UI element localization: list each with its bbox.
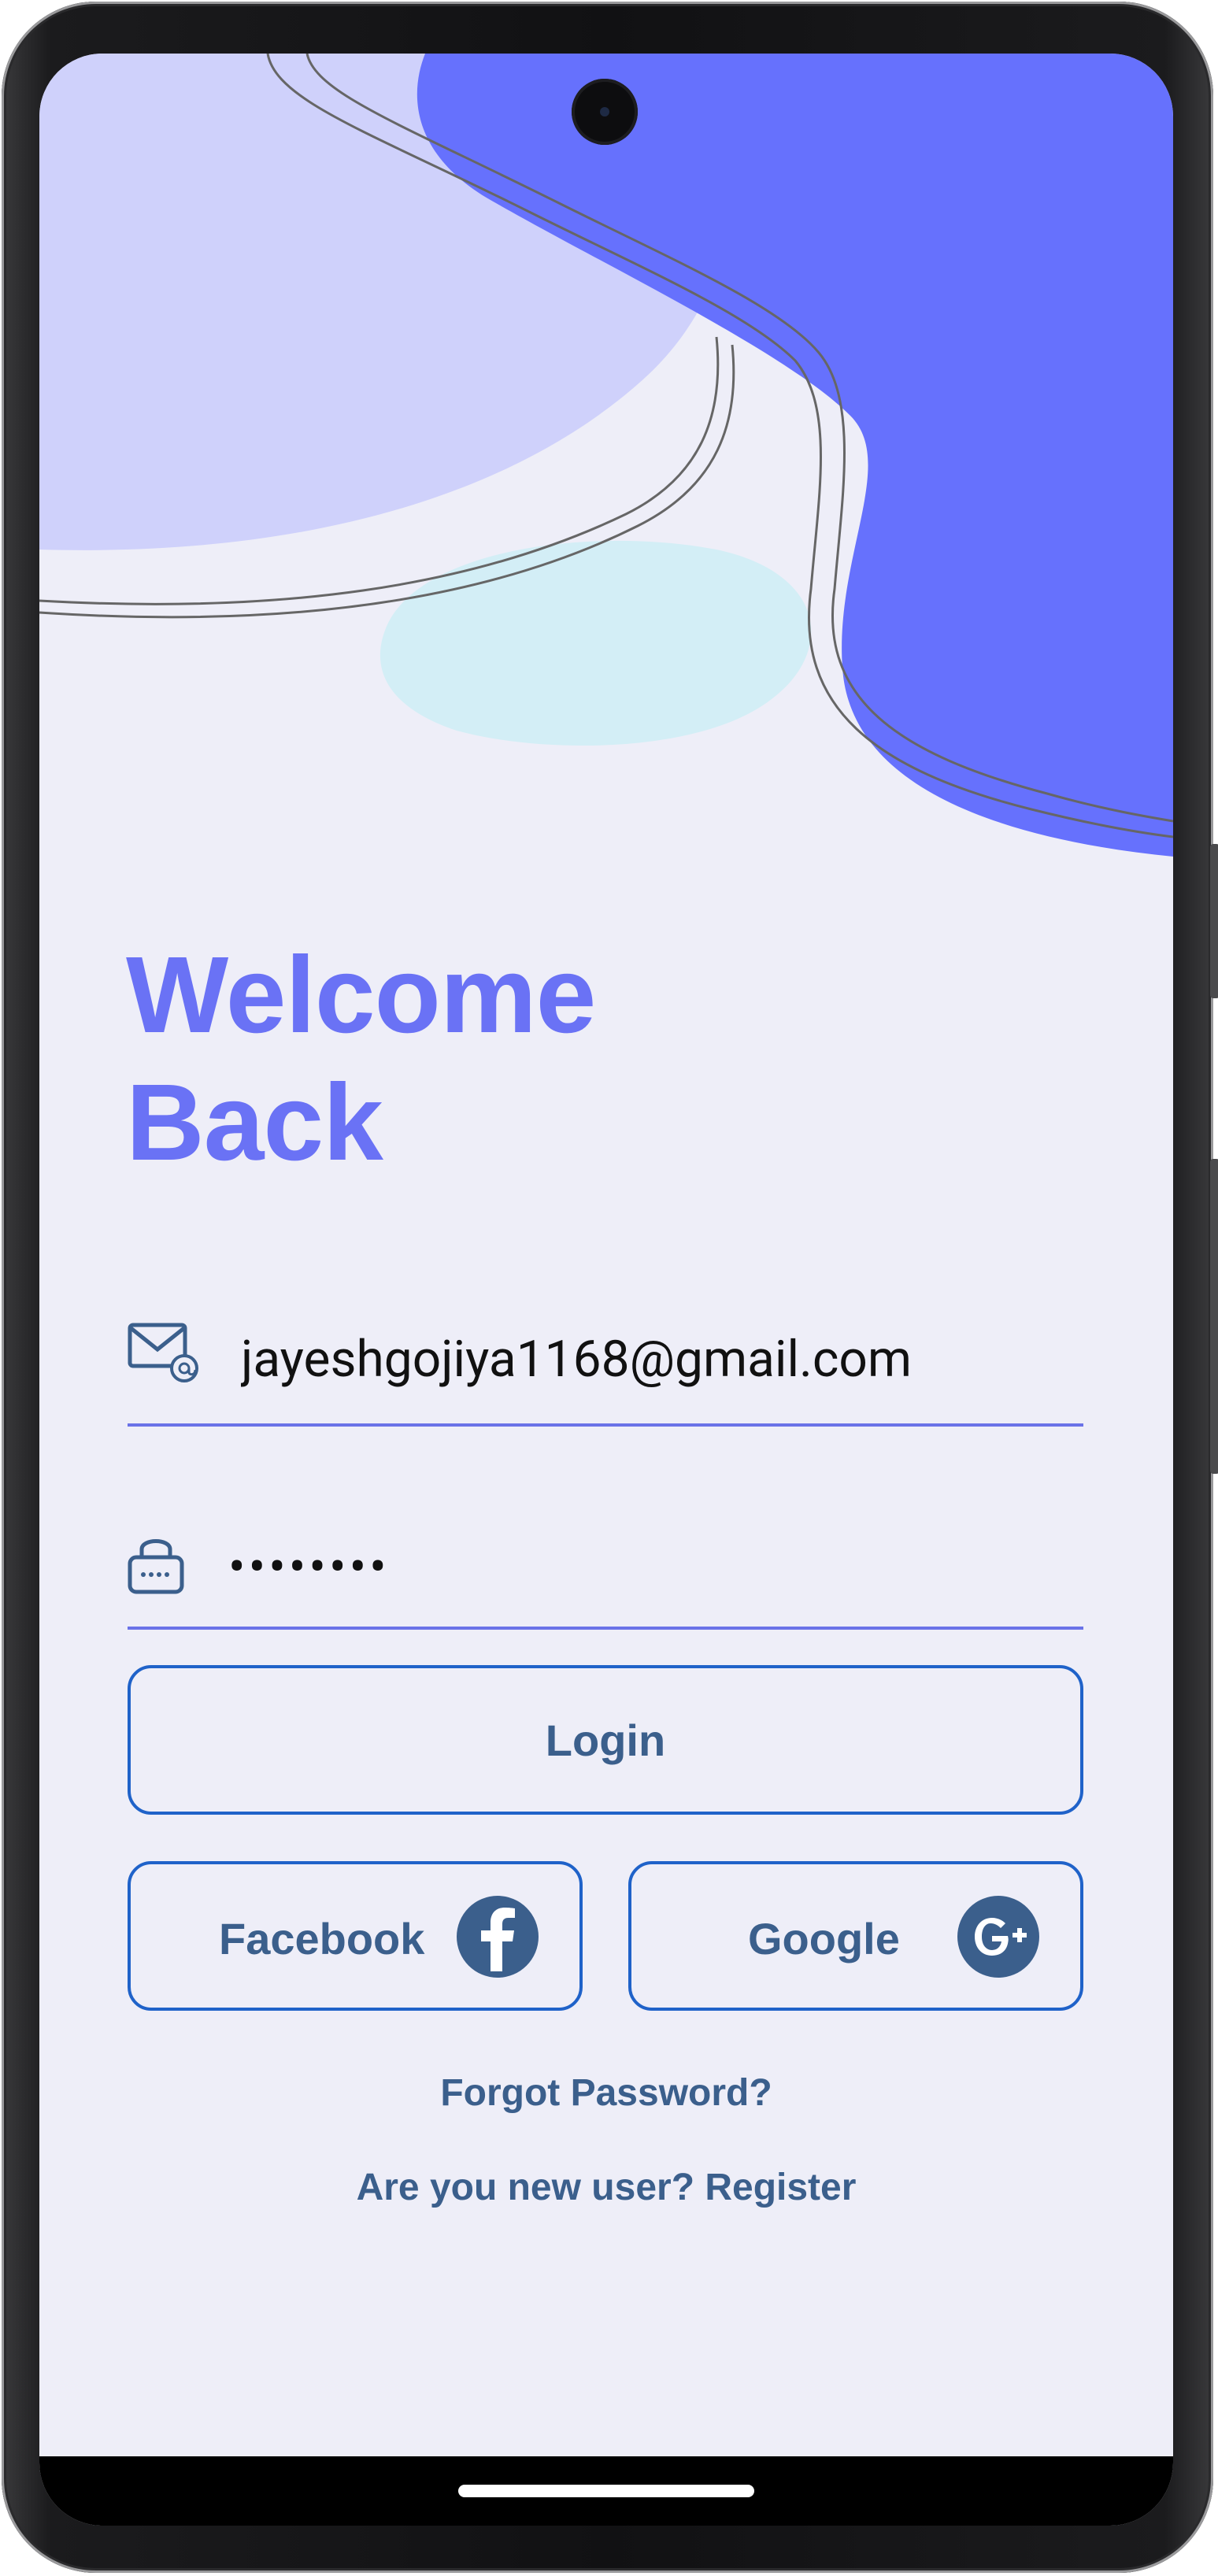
volume-button — [1210, 844, 1218, 998]
power-button — [1210, 1159, 1218, 1474]
email-field — [128, 1272, 1083, 1427]
register-link[interactable]: Are you new user? Register — [39, 2166, 1173, 2209]
mail-at-icon — [128, 1323, 200, 1386]
login-button[interactable]: Login — [128, 1665, 1083, 1815]
google-plus-icon — [957, 1896, 1039, 1978]
password-input[interactable] — [228, 1535, 1063, 1598]
app-screen: Welcome Back jayeshgojiya1168@gmail.com … — [39, 54, 1173, 2526]
phone-frame: Welcome Back jayeshgojiya1168@gmail.com … — [2, 2, 1218, 2573]
welcome-title: Welcome Back — [126, 931, 596, 1186]
front-camera — [572, 79, 638, 145]
lock-icon — [128, 1532, 184, 1599]
facebook-label: Facebook — [219, 1914, 425, 1963]
home-indicator[interactable] — [458, 2485, 754, 2497]
facebook-icon — [457, 1896, 539, 1978]
google-button[interactable]: Google — [628, 1861, 1083, 2011]
cyan-blob — [379, 540, 812, 746]
system-navigation-bar — [39, 2456, 1173, 2526]
title-line-2: Back — [126, 1062, 383, 1183]
google-label: Google — [748, 1914, 900, 1963]
title-line-1: Welcome — [126, 935, 596, 1056]
header-decoration — [39, 54, 1173, 857]
forgot-password-link[interactable]: Forgot Password? — [39, 2071, 1173, 2115]
password-field — [128, 1480, 1083, 1630]
email-input[interactable] — [241, 1327, 1075, 1390]
facebook-button[interactable]: Facebook — [128, 1861, 583, 2011]
page: Welcome Back jayeshgojiya1168@gmail.com … — [0, 0, 1218, 2576]
